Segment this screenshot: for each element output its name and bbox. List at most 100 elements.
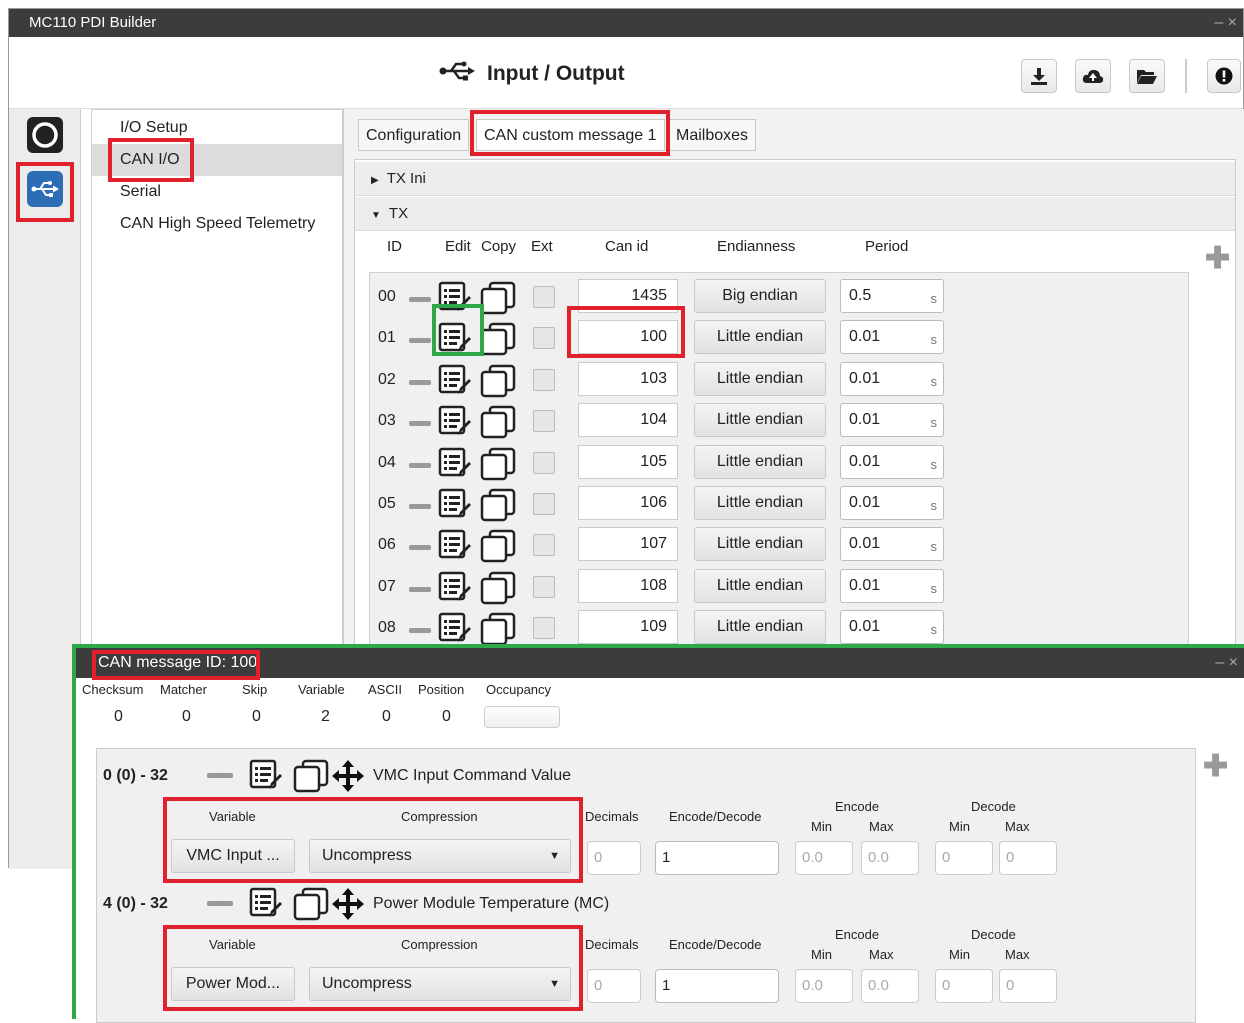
add-row-button[interactable]: ✚ — [1205, 244, 1230, 274]
period-input[interactable]: 0.01 s — [840, 568, 944, 603]
endianness-button[interactable]: Little endian — [694, 527, 826, 562]
copy-icon[interactable] — [480, 281, 516, 315]
stat-position-value: 0 — [442, 708, 451, 725]
section-tx-ini[interactable]: ▶ TX Ini — [355, 162, 1235, 196]
copy-icon[interactable] — [293, 759, 329, 797]
power-button[interactable] — [27, 117, 63, 153]
copy-icon[interactable] — [480, 322, 516, 356]
decode-min-input[interactable]: 0 — [935, 841, 993, 875]
open-folder-button[interactable] — [1129, 59, 1165, 93]
remove-row-button[interactable] — [409, 421, 431, 427]
copy-icon[interactable] — [480, 405, 516, 439]
page-title-text: Input / Output — [487, 62, 625, 85]
endianness-button[interactable]: Little endian — [694, 610, 826, 645]
remove-field-button[interactable] — [207, 901, 233, 906]
endianness-button[interactable]: Little endian — [694, 361, 826, 396]
endianness-button[interactable]: Little endian — [694, 444, 826, 479]
nav-item-can-high-speed-telemetry[interactable]: CAN High Speed Telemetry — [92, 208, 342, 240]
period-input[interactable]: 0.01 s — [840, 403, 944, 438]
period-input[interactable]: 0.01 s — [840, 527, 944, 562]
copy-icon[interactable] — [293, 887, 329, 925]
remove-row-button[interactable] — [409, 297, 431, 302]
period-unit: s — [930, 291, 938, 306]
endianness-button[interactable]: Little endian — [694, 568, 826, 603]
period-input[interactable]: 0.01 s — [840, 610, 944, 645]
tab-configuration[interactable]: Configuration — [358, 119, 470, 151]
edit-icon[interactable] — [438, 488, 472, 520]
popup-controls[interactable]: – × — [1215, 648, 1238, 678]
ext-checkbox[interactable] — [533, 493, 555, 515]
add-variable-button[interactable]: ✚ — [1203, 749, 1228, 784]
can-id-input[interactable]: 106 — [578, 486, 678, 520]
ext-checkbox[interactable] — [533, 534, 555, 557]
can-id-input[interactable]: 107 — [578, 527, 678, 562]
copy-icon[interactable] — [480, 612, 516, 646]
info-button[interactable] — [1207, 59, 1241, 93]
tab-mailboxes[interactable]: Mailboxes — [668, 119, 757, 151]
ext-checkbox[interactable] — [533, 617, 555, 640]
can-id-input[interactable]: 109 — [578, 610, 678, 645]
encode-min-input[interactable]: 0.0 — [795, 841, 853, 875]
edit-icon[interactable] — [438, 364, 472, 396]
remove-row-button[interactable] — [409, 545, 431, 551]
decimals-input[interactable]: 0 — [587, 841, 641, 875]
copy-icon[interactable] — [480, 447, 516, 481]
period-input[interactable]: 0.01 s — [840, 486, 944, 520]
edit-icon[interactable] — [438, 529, 472, 561]
period-value: 0.01 — [849, 452, 881, 470]
download-button[interactable] — [1021, 59, 1057, 93]
edit-icon[interactable] — [438, 571, 472, 603]
encode-max-input[interactable]: 0.0 — [861, 969, 919, 1003]
remove-row-button[interactable] — [409, 379, 431, 385]
can-id-input[interactable]: 105 — [578, 444, 678, 479]
edit-icon[interactable] — [249, 887, 283, 923]
can-id-input[interactable]: 103 — [578, 361, 678, 396]
edit-icon[interactable] — [438, 405, 472, 437]
can-id-input[interactable]: 104 — [578, 403, 678, 438]
endianness-button[interactable]: Little endian — [694, 486, 826, 520]
encode-decode-input[interactable]: 1 — [655, 969, 779, 1003]
remove-field-button[interactable] — [207, 773, 233, 778]
endianness-button[interactable]: Little endian — [694, 320, 826, 355]
ext-checkbox[interactable] — [533, 410, 555, 433]
copy-icon[interactable] — [480, 364, 516, 398]
copy-icon[interactable] — [480, 488, 516, 522]
ext-checkbox[interactable] — [533, 286, 555, 308]
ext-checkbox[interactable] — [533, 575, 555, 598]
edit-icon[interactable] — [438, 447, 472, 479]
encode-decode-input[interactable]: 1 — [655, 841, 779, 875]
period-input[interactable]: 0.01 s — [840, 361, 944, 396]
endianness-button[interactable]: Little endian — [694, 403, 826, 438]
period-input[interactable]: 0.01 s — [840, 444, 944, 479]
ext-checkbox[interactable] — [533, 368, 555, 391]
edit-icon[interactable] — [438, 612, 472, 644]
encode-max-input[interactable]: 0.0 — [861, 841, 919, 875]
decode-max-input[interactable]: 0 — [999, 841, 1057, 875]
edit-icon[interactable] — [249, 759, 283, 795]
move-icon[interactable] — [331, 759, 365, 797]
endianness-button[interactable]: Big endian — [694, 279, 826, 313]
move-icon[interactable] — [331, 887, 365, 925]
ext-checkbox[interactable] — [533, 451, 555, 474]
remove-row-button[interactable] — [409, 338, 431, 344]
remove-row-button[interactable] — [409, 628, 431, 634]
period-unit: s — [930, 415, 938, 431]
window-controls[interactable]: – × — [1214, 9, 1237, 37]
period-input[interactable]: 0.01 s — [840, 320, 944, 355]
decimals-input[interactable]: 0 — [587, 969, 641, 1003]
encode-min-input[interactable]: 0.0 — [795, 969, 853, 1003]
folder-open-icon — [1137, 70, 1157, 84]
can-id-input[interactable]: 108 — [578, 568, 678, 603]
ext-checkbox[interactable] — [533, 327, 555, 350]
decode-min-input[interactable]: 0 — [935, 969, 993, 1003]
copy-icon[interactable] — [480, 571, 516, 605]
column-header-period: Period — [865, 238, 909, 255]
cloud-upload-button[interactable] — [1075, 59, 1111, 93]
copy-icon[interactable] — [480, 529, 516, 563]
remove-row-button[interactable] — [409, 504, 431, 509]
section-tx[interactable]: ▼ TX — [355, 197, 1235, 231]
remove-row-button[interactable] — [409, 462, 431, 468]
remove-row-button[interactable] — [409, 586, 431, 592]
period-input[interactable]: 0.5 s — [840, 279, 944, 313]
decode-max-input[interactable]: 0 — [999, 969, 1057, 1003]
